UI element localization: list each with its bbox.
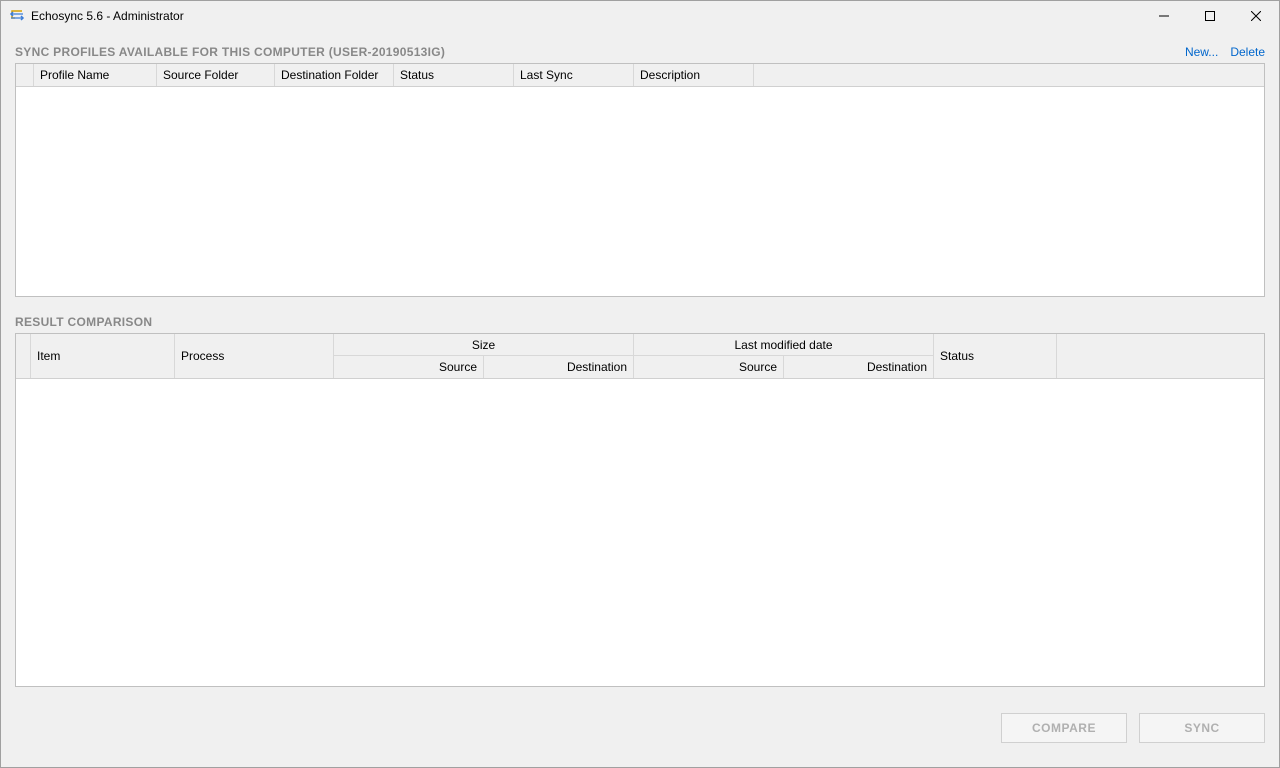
- profiles-table-header: Profile Name Source Folder Destination F…: [16, 64, 1264, 87]
- content-area: SYNC PROFILES AVAILABLE FOR THIS COMPUTE…: [1, 31, 1279, 757]
- close-button[interactable]: [1233, 1, 1279, 31]
- column-profile-name[interactable]: Profile Name: [34, 64, 157, 86]
- column-status[interactable]: Status: [394, 64, 514, 86]
- comparison-table[interactable]: Item Process Size Source Destination Las…: [15, 333, 1265, 687]
- profiles-table[interactable]: Profile Name Source Folder Destination F…: [15, 63, 1265, 297]
- new-profile-link[interactable]: New...: [1185, 45, 1218, 59]
- profiles-heading: SYNC PROFILES AVAILABLE FOR THIS COMPUTE…: [15, 45, 1185, 59]
- column-last-sync[interactable]: Last Sync: [514, 64, 634, 86]
- column-process[interactable]: Process: [175, 334, 334, 378]
- window-title: Echosync 5.6 - Administrator: [31, 9, 1141, 23]
- column-fill[interactable]: [754, 64, 1264, 86]
- comparison-header: RESULT COMPARISON: [15, 315, 1265, 329]
- column-gutter[interactable]: [16, 64, 34, 86]
- maximize-button[interactable]: [1187, 1, 1233, 31]
- column-item[interactable]: Item: [31, 334, 175, 378]
- column-fill[interactable]: [1057, 334, 1264, 378]
- column-date[interactable]: Last modified date: [634, 334, 934, 356]
- column-description[interactable]: Description: [634, 64, 754, 86]
- column-comparison-status[interactable]: Status: [934, 334, 1057, 378]
- sync-button[interactable]: SYNC: [1139, 713, 1265, 743]
- column-date-source[interactable]: Source: [634, 356, 784, 378]
- column-size-group: Size Source Destination: [334, 334, 634, 378]
- window-controls: [1141, 1, 1279, 31]
- column-size-source[interactable]: Source: [334, 356, 484, 378]
- compare-button[interactable]: COMPARE: [1001, 713, 1127, 743]
- column-gutter[interactable]: [16, 334, 31, 378]
- profiles-actions: New... Delete: [1185, 45, 1265, 59]
- app-icon: [9, 8, 25, 24]
- column-destination-folder[interactable]: Destination Folder: [275, 64, 394, 86]
- footer-buttons: COMPARE SYNC: [15, 705, 1265, 743]
- profiles-header: SYNC PROFILES AVAILABLE FOR THIS COMPUTE…: [15, 45, 1265, 59]
- titlebar: Echosync 5.6 - Administrator: [1, 1, 1279, 31]
- comparison-heading: RESULT COMPARISON: [15, 315, 1265, 329]
- comparison-table-header: Item Process Size Source Destination Las…: [16, 334, 1264, 379]
- delete-profile-link[interactable]: Delete: [1230, 45, 1265, 59]
- column-source-folder[interactable]: Source Folder: [157, 64, 275, 86]
- column-size-destination[interactable]: Destination: [484, 356, 634, 378]
- column-size[interactable]: Size: [334, 334, 634, 356]
- minimize-button[interactable]: [1141, 1, 1187, 31]
- column-date-destination[interactable]: Destination: [784, 356, 934, 378]
- column-date-group: Last modified date Source Destination: [634, 334, 934, 378]
